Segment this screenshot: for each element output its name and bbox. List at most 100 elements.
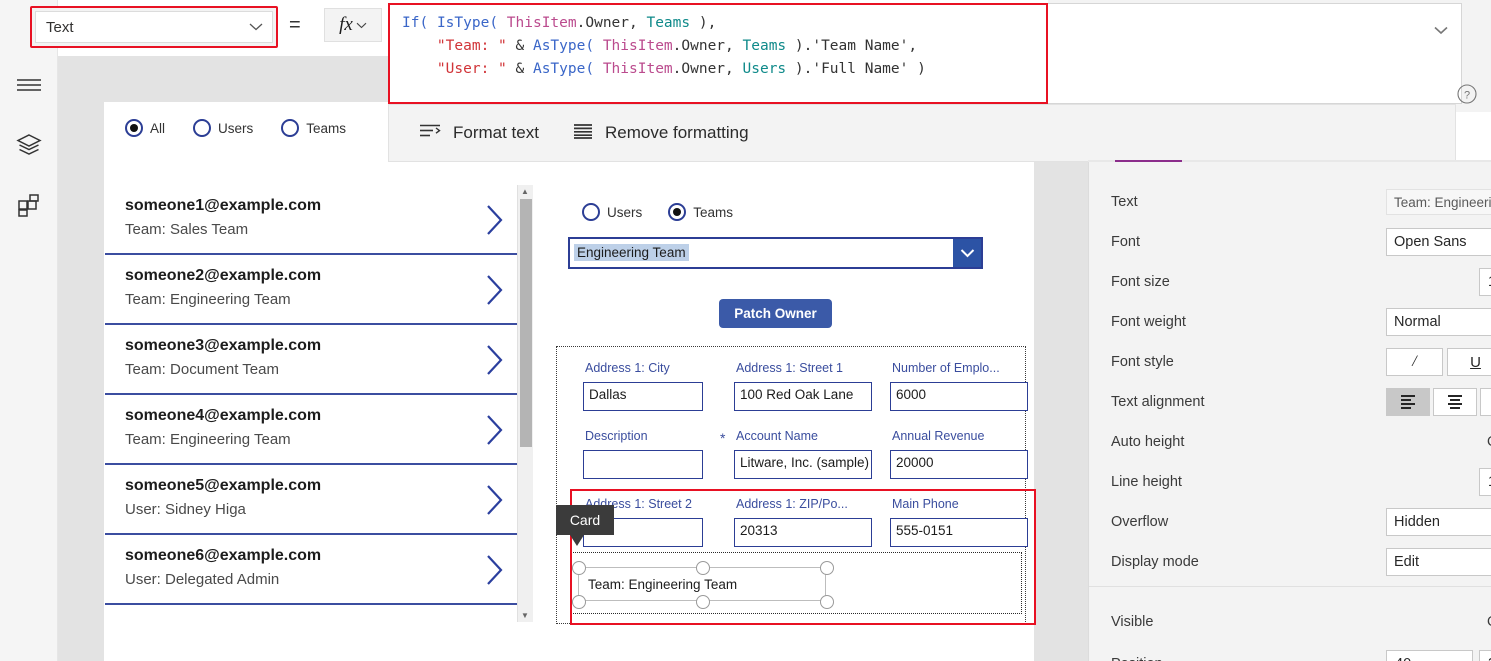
form-field-label: Main Phone bbox=[892, 497, 959, 511]
format-text-icon bbox=[419, 123, 441, 144]
form-field-card[interactable]: Address 1: ZIP/Po... 20313 bbox=[734, 497, 886, 559]
property-select-font-weight[interactable]: Normal bbox=[1386, 308, 1491, 336]
property-label: Font weight bbox=[1111, 314, 1186, 330]
formula-line: "User: " & AsType( ThisItem.Owner, Users… bbox=[402, 58, 1036, 81]
form-field-label: Number of Emplo... bbox=[892, 361, 1000, 375]
owner-dropdown[interactable]: Engineering Team bbox=[568, 237, 983, 269]
form-field-card[interactable]: Address 1: City Dallas bbox=[583, 361, 735, 423]
form-field-input[interactable]: 20000 bbox=[890, 450, 1028, 479]
property-selector[interactable]: Text bbox=[35, 11, 273, 43]
scroll-up-arrow-icon[interactable]: ▲ bbox=[521, 187, 529, 196]
property-select-display-mode[interactable]: Edit bbox=[1386, 548, 1491, 576]
chevron-right-icon[interactable] bbox=[483, 413, 505, 452]
form-field-card[interactable]: Annual Revenue 20000 bbox=[890, 429, 1042, 491]
chevron-right-icon[interactable] bbox=[483, 203, 505, 242]
remove-formatting-button[interactable]: Remove formatting bbox=[573, 123, 749, 144]
fx-button[interactable]: fx bbox=[324, 8, 382, 42]
form-field-input[interactable]: Dallas bbox=[583, 382, 703, 411]
property-row-auto-height: Auto height Off bbox=[1089, 422, 1491, 462]
gallery-item[interactable]: someone4@example.com Team: Engineering Te… bbox=[105, 395, 517, 465]
owner-radio-users[interactable]: Users bbox=[582, 203, 642, 221]
resize-handle-n[interactable] bbox=[696, 561, 710, 575]
formula-token: ThisItem bbox=[506, 15, 577, 31]
formula-token: ThisItem bbox=[602, 61, 673, 77]
gallery-item-secondary: User: Sidney Higa bbox=[125, 501, 246, 518]
resize-handle-se[interactable] bbox=[820, 595, 834, 609]
form-field-input[interactable]: 6000 bbox=[890, 382, 1028, 411]
resize-handle-sw[interactable] bbox=[572, 595, 586, 609]
formula-token: .Owner, bbox=[672, 61, 743, 77]
svg-text:?: ? bbox=[1464, 90, 1470, 102]
gallery-item[interactable]: someone3@example.com Team: Document Team bbox=[105, 325, 517, 395]
resize-handle-s[interactable] bbox=[696, 595, 710, 609]
formula-token bbox=[498, 15, 507, 31]
filter-radio-users[interactable]: Users bbox=[193, 119, 253, 137]
property-select-overflow[interactable]: Hidden bbox=[1386, 508, 1491, 536]
form-field-label: Description bbox=[585, 429, 648, 443]
form-field-input[interactable]: 100 Red Oak Lane bbox=[734, 382, 872, 411]
form-field-label: Account Name bbox=[736, 429, 818, 443]
chevron-right-icon[interactable] bbox=[483, 343, 505, 382]
align-bars bbox=[1401, 395, 1415, 409]
gallery-item[interactable]: someone6@example.com User: Delegated Admi… bbox=[105, 535, 517, 605]
form-field-card[interactable]: Main Phone 555-0151 bbox=[890, 497, 1042, 559]
gallery-item-primary: someone3@example.com bbox=[125, 337, 322, 354]
gallery-item[interactable]: someone2@example.com Team: Engineering Te… bbox=[105, 255, 517, 325]
property-input-position-x[interactable]: 40 bbox=[1386, 650, 1473, 661]
owner-type-radio-group: Users Teams bbox=[582, 203, 759, 221]
gallery-item[interactable]: someone5@example.com User: Sidney Higa bbox=[105, 465, 517, 535]
formula-token bbox=[402, 38, 437, 54]
form-field-card[interactable]: Address 1: Street 1 100 Red Oak Lane bbox=[734, 361, 886, 423]
help-question-icon[interactable]: ? bbox=[1456, 83, 1478, 110]
scroll-down-arrow-icon[interactable]: ▼ bbox=[521, 611, 529, 620]
form-field-card[interactable]: * Account Name Litware, Inc. (sample) bbox=[720, 429, 886, 491]
tree-view-layers-icon[interactable] bbox=[0, 116, 58, 174]
owner-gallery[interactable]: someone1@example.com Team: Sales Team some… bbox=[105, 185, 533, 622]
property-label: Text bbox=[1111, 194, 1138, 210]
form-field-input[interactable]: 555-0151 bbox=[890, 518, 1028, 547]
align-center-icon[interactable] bbox=[1433, 388, 1477, 416]
gallery-item-secondary: Team: Document Team bbox=[125, 361, 279, 378]
formula-token: AsType( bbox=[532, 38, 595, 54]
property-row-line-height: Line height 1.2 bbox=[1089, 462, 1491, 502]
dropdown-chevron-down-icon[interactable] bbox=[953, 239, 981, 267]
property-input-font-size[interactable]: 13 bbox=[1479, 268, 1491, 296]
filter-radio-all[interactable]: All bbox=[125, 119, 165, 137]
card-tooltip: Card bbox=[556, 505, 614, 546]
form-field-card[interactable]: Description bbox=[583, 429, 735, 491]
selected-label-control[interactable]: Team: Engineering Team bbox=[572, 561, 834, 609]
scrollbar-thumb[interactable] bbox=[520, 199, 532, 447]
property-input-position-y[interactable]: 36 bbox=[1479, 650, 1491, 661]
formula-input[interactable]: If( IsType( ThisItem.Owner, Teams ), "Te… bbox=[390, 5, 1046, 102]
align-right-icon[interactable] bbox=[1480, 388, 1491, 416]
insert-grid-icon[interactable] bbox=[0, 176, 58, 234]
italic-icon[interactable]: / bbox=[1386, 348, 1443, 376]
owner-radio-teams[interactable]: Teams bbox=[668, 203, 733, 221]
chevron-right-icon[interactable] bbox=[483, 273, 505, 312]
resize-handle-nw[interactable] bbox=[572, 561, 586, 575]
property-select-font[interactable]: Open Sans bbox=[1386, 228, 1491, 256]
filter-radio-teams[interactable]: Teams bbox=[281, 119, 346, 137]
patch-owner-button[interactable]: Patch Owner bbox=[719, 299, 832, 328]
underline-icon[interactable]: U bbox=[1447, 348, 1491, 376]
format-text-label: Format text bbox=[453, 123, 539, 142]
align-bars bbox=[1448, 395, 1462, 409]
property-label: Text alignment bbox=[1111, 394, 1205, 410]
form-field-input[interactable]: Litware, Inc. (sample) bbox=[734, 450, 872, 479]
formula-token: ).'Team Name', bbox=[786, 38, 918, 54]
form-field-input[interactable]: 20313 bbox=[734, 518, 872, 547]
formula-token: Users bbox=[742, 61, 787, 77]
resize-handle-ne[interactable] bbox=[820, 561, 834, 575]
properties-panel: TextTeam: Engineering TeamFontOpen SansF… bbox=[1088, 162, 1491, 661]
gallery-item[interactable]: someone1@example.com Team: Sales Team bbox=[105, 185, 517, 255]
form-field-input[interactable] bbox=[583, 450, 703, 479]
gallery-scrollbar[interactable]: ▲ ▼ bbox=[517, 185, 533, 622]
chevron-right-icon[interactable] bbox=[483, 553, 505, 592]
expand-formula-chevron-down-icon[interactable] bbox=[1434, 22, 1448, 40]
property-input-line-height[interactable]: 1.2 bbox=[1479, 468, 1491, 496]
align-left-icon[interactable] bbox=[1386, 388, 1430, 416]
format-text-button[interactable]: Format text bbox=[419, 123, 539, 144]
chevron-right-icon[interactable] bbox=[483, 483, 505, 522]
formula-input-extension[interactable] bbox=[1048, 3, 1462, 104]
form-field-card[interactable]: Number of Emplo... 6000 bbox=[890, 361, 1042, 423]
